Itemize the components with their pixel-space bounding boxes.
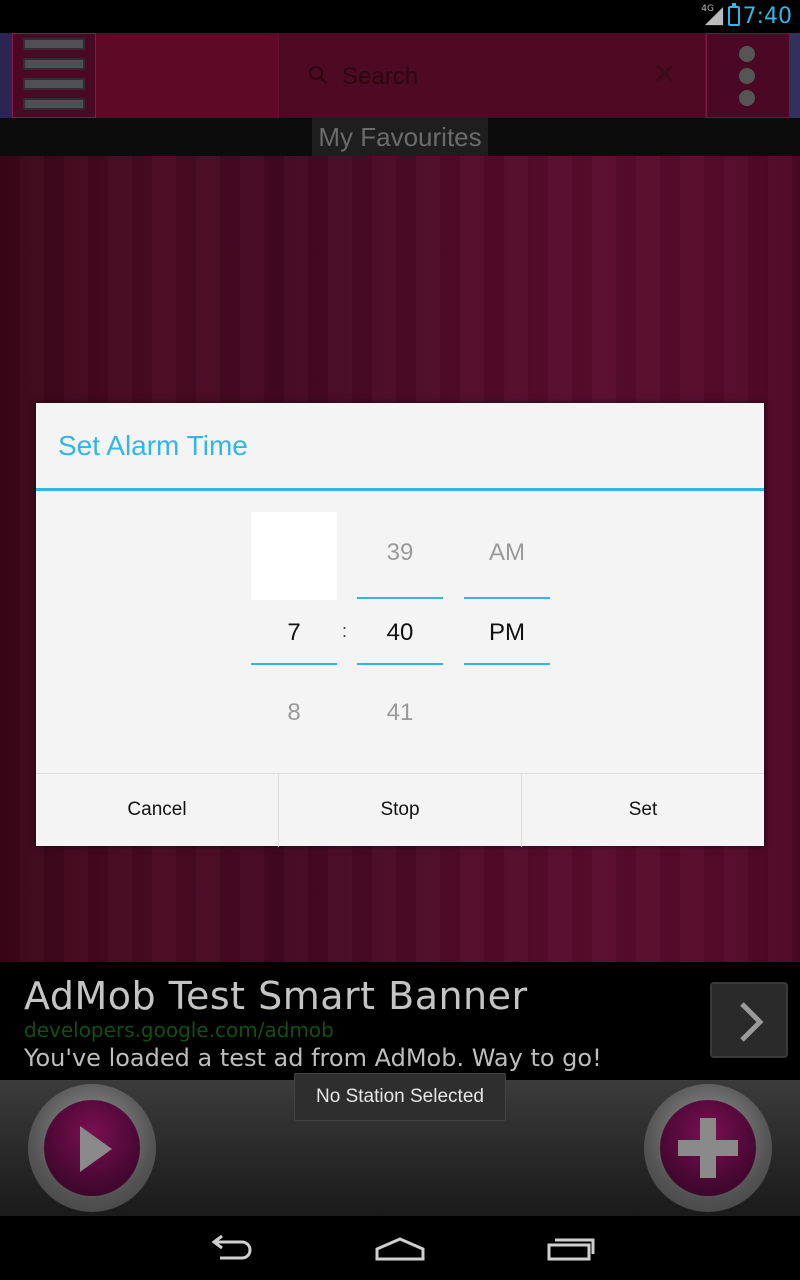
home-icon[interactable] [374, 1236, 426, 1262]
action-bar: Search ✕ [0, 33, 800, 118]
stop-button[interactable]: Stop [279, 774, 521, 847]
back-icon[interactable] [204, 1234, 256, 1264]
recents-icon[interactable] [546, 1236, 596, 1262]
close-icon[interactable]: ✕ [652, 60, 677, 90]
ad-description: You've loaded a test ad from AdMob. Way … [24, 1044, 602, 1072]
minute-selection-line-top [357, 597, 443, 599]
status-bar: 4G 7:40 [0, 0, 800, 33]
action-bar-edge-left [0, 33, 12, 118]
play-button[interactable] [28, 1084, 156, 1212]
search-icon [309, 66, 327, 84]
add-button-face [660, 1100, 756, 1196]
page-title: My Favourites [318, 122, 482, 152]
hour-selection-line [251, 663, 337, 665]
clock: 7:40 [742, 4, 792, 29]
ad-url: developers.google.com/admob [24, 1018, 334, 1042]
dialog-title-divider [36, 488, 764, 491]
overflow-dot [739, 90, 755, 106]
hour-prev-value[interactable] [251, 512, 337, 600]
set-alarm-dialog: Set Alarm Time 7 8 : 39 40 41 AM PM Canc… [36, 403, 764, 847]
ampm-prev-value[interactable]: AM [464, 539, 550, 567]
minute-selection-line-bottom [357, 663, 443, 665]
hamburger-menu-icon-bar [23, 98, 85, 110]
system-nav-bar [0, 1216, 800, 1280]
play-icon [80, 1126, 112, 1172]
play-button-face [44, 1100, 140, 1196]
set-button[interactable]: Set [522, 774, 764, 847]
add-button[interactable] [644, 1084, 772, 1212]
hamburger-menu-icon-bar [23, 78, 85, 90]
ad-open-button[interactable] [710, 982, 788, 1058]
signal-icon [704, 7, 724, 26]
hour-current-value[interactable]: 7 [251, 619, 337, 647]
ampm-current-value[interactable]: PM [464, 619, 550, 647]
search-input[interactable]: Search [342, 63, 418, 91]
action-bar-edge-right [790, 33, 800, 118]
dialog-button-row: Cancel Stop Set [36, 773, 764, 847]
hamburger-menu-icon-bar [23, 58, 85, 70]
ampm-selection-line-top [464, 597, 550, 599]
minute-current-value[interactable]: 40 [357, 619, 443, 647]
hour-next-value[interactable]: 8 [251, 699, 337, 727]
cancel-button[interactable]: Cancel [36, 774, 278, 847]
minute-next-value[interactable]: 41 [357, 699, 443, 727]
toast-message: No Station Selected [294, 1073, 506, 1121]
chevron-right-icon [740, 1002, 764, 1042]
overflow-menu-button[interactable] [706, 33, 790, 118]
overflow-dots-icon [739, 46, 755, 62]
add-icon [678, 1118, 738, 1178]
ad-title: AdMob Test Smart Banner [24, 974, 528, 1018]
page-title-bar: My Favourites [0, 118, 800, 156]
hamburger-menu-icon [23, 38, 85, 50]
battery-icon [728, 3, 740, 26]
dialog-title: Set Alarm Time [58, 430, 248, 461]
minute-prev-value[interactable]: 39 [357, 539, 443, 567]
ad-banner[interactable]: AdMob Test Smart Banner developers.googl… [0, 962, 800, 1080]
ampm-selection-line-bottom [464, 663, 550, 665]
overflow-dot [739, 68, 755, 84]
time-separator: : [342, 621, 348, 641]
menu-button[interactable] [12, 33, 96, 118]
